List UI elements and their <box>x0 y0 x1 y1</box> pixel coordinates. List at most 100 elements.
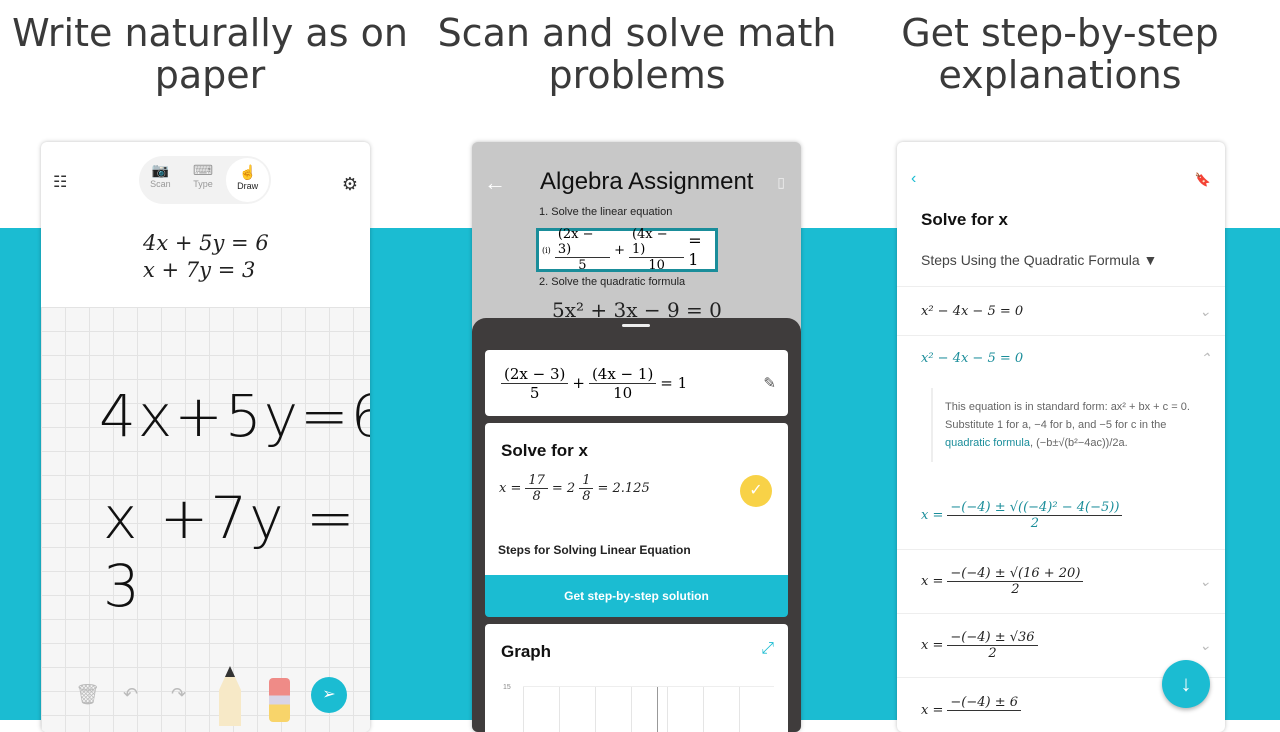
mode-draw[interactable]: ☝ Draw <box>226 158 270 202</box>
caption-scan: Scan and solve math problems <box>437 11 837 97</box>
lhs: x = <box>921 508 944 523</box>
draw-screen: ☷ 📷 Scan ⌨ Type ☝ Draw ⚙ 4x + 5y = 6 x + 7y… <box>41 142 370 732</box>
question-1: 1. Solve the linear equation <box>539 206 673 218</box>
frac-den: 2 <box>1011 582 1020 597</box>
camera-icon: 📷 <box>151 162 170 178</box>
eraser-tool-icon[interactable] <box>269 678 290 722</box>
step-row[interactable]: x = −(−4) ± √((−4)² − 4(−5)) 2 <box>897 482 1225 550</box>
mode-label: Scan <box>150 179 171 189</box>
scan-doc-title: Algebra Assignment <box>540 168 754 195</box>
frac-den: 8 <box>532 489 541 504</box>
history-icon[interactable]: ☷ <box>53 172 67 192</box>
frac-num: −(−4) ± √(16 + 20) <box>947 566 1084 582</box>
chevron-up-icon: ⌃ <box>1199 351 1211 367</box>
scan-selection-box[interactable]: (i) (2x − 3) 5 + (4x − 1) 10 = 1 <box>536 227 718 273</box>
expand-icon[interactable]: ⤢ <box>761 640 774 658</box>
lhs: x = <box>921 702 944 718</box>
step-row[interactable]: x² − 4x − 5 = 0 ⌄ <box>897 286 1225 336</box>
send-button[interactable]: ➢ <box>311 677 347 713</box>
back-chevron-icon[interactable]: ‹ <box>911 170 916 188</box>
frac-num: (2x − 3) <box>501 365 569 384</box>
solve-title: Solve for x <box>501 441 588 460</box>
frac-num: −(−4) ± √((−4)² − 4(−5)) <box>947 500 1123 516</box>
trash-icon[interactable]: 🗑 <box>75 682 100 707</box>
graph-card: Graph ⤢ 15 <box>485 624 788 732</box>
gear-icon[interactable]: ⚙ <box>342 174 358 195</box>
caption-write: Write naturally as on paper <box>12 11 408 97</box>
step-explanation: This equation is in standard form: ax² +… <box>931 388 1205 462</box>
scan-screen: ← Algebra Assignment ▯ 1. Solve the line… <box>472 142 801 732</box>
steps-screen: ‹ 🔖 Solve for x Steps Using the Quadrati… <box>897 142 1225 732</box>
check-icon: ✓ <box>740 475 772 507</box>
frac-num: 17 <box>525 473 548 489</box>
step-row-expanded[interactable]: x² − 4x − 5 = 0 ⌃ <box>897 336 1225 382</box>
lhs: x = <box>921 574 944 589</box>
decimal: = 2.125 <box>597 481 650 496</box>
quadratic-formula-link[interactable]: quadratic formula <box>945 437 1030 449</box>
mode-type[interactable]: ⌨ Type <box>182 156 225 204</box>
frac-den <box>982 711 986 726</box>
mode-label: Type <box>193 179 213 189</box>
arrow-down-icon: ↓ <box>1180 671 1192 696</box>
question-2: 2. Solve the quadratic formula <box>539 276 686 288</box>
bookmark-icon[interactable]: 🔖 <box>1195 172 1211 188</box>
send-icon: ➢ <box>322 686 336 703</box>
frac-num: 1 <box>579 473 594 489</box>
question-number: (i) <box>542 245 551 255</box>
equation-card[interactable]: (2x − 3) 5 + (4x − 1) 10 = 1 ✎ <box>485 350 788 416</box>
redo-icon[interactable]: ↷ <box>171 684 186 705</box>
mode-label: Draw <box>237 181 259 191</box>
step-eq: x² − 4x − 5 = 0 <box>921 304 1024 319</box>
graph-title: Graph <box>501 642 552 661</box>
solve-card: Solve for x x = 17 8 = 2 18 = 2.125 ✓ Ste… <box>485 423 788 575</box>
step-row[interactable]: x = −(−4) ± √(16 + 20) 2 ⌄ <box>897 550 1225 614</box>
chevron-down-icon: ⌄ <box>1199 637 1211 654</box>
explain-text: This equation is in standard form: ax² +… <box>945 401 1190 431</box>
lhs: x = <box>499 481 522 496</box>
method-dropdown[interactable]: Steps Using the Quadratic Formula ▼ <box>921 252 1157 268</box>
explain-text: , (−b±√(b²−4ac))/2a. <box>1030 437 1128 449</box>
frac-den: 2 <box>1030 516 1040 531</box>
mixed-whole: = 2 <box>551 481 576 496</box>
method-label: Steps Using the Quadratic Formula <box>921 252 1140 268</box>
step-by-step-button[interactable]: Get step-by-step solution <box>485 575 788 617</box>
lhs: x = <box>921 638 944 653</box>
frac-num: −(−4) ± 6 <box>947 695 1021 711</box>
drag-handle[interactable] <box>622 324 650 327</box>
graph-plot[interactable] <box>523 686 774 732</box>
frac-den: 5 <box>529 383 540 402</box>
caret-down-icon: ▼ <box>1143 252 1158 268</box>
back-arrow-icon[interactable]: ← <box>484 170 506 196</box>
solution-expression: x = 17 8 = 2 18 = 2.125 <box>499 473 650 504</box>
caption-steps: Get step-by-step explanations <box>901 11 1219 97</box>
y-axis <box>657 687 658 732</box>
bookmark-icon[interactable]: ▯ <box>777 174 785 191</box>
frac-num: −(−4) ± √36 <box>947 630 1038 646</box>
chevron-down-icon: ⌄ <box>1199 573 1211 590</box>
frac-num: (4x − 1) <box>588 365 657 384</box>
result-sheet: (2x − 3) 5 + (4x − 1) 10 = 1 ✎ Solve for x … <box>472 318 801 732</box>
frac-den: 5 <box>578 258 587 273</box>
scroll-down-button[interactable]: ↓ <box>1162 660 1210 708</box>
undo-icon[interactable]: ↶ <box>123 684 138 705</box>
frac-num: (4x − 1) <box>628 227 685 258</box>
frac-den: 8 <box>582 489 591 504</box>
rhs: = 1 <box>660 374 688 392</box>
hand-draw-icon: ☝ <box>238 164 257 180</box>
handwriting-1: 4x+5y=6 <box>99 382 370 450</box>
recognized-eq-1: 4x + 5y = 6 <box>143 231 269 255</box>
step-eq: x² − 4x − 5 = 0 <box>921 351 1024 366</box>
keyboard-icon: ⌨ <box>192 162 214 178</box>
recognized-eq-2: x + 7y = 3 <box>143 258 256 282</box>
edit-pencil-icon[interactable]: ✎ <box>763 374 776 392</box>
mode-switcher: 📷 Scan ⌨ Type ☝ Draw <box>139 156 271 204</box>
frac-den: 10 <box>648 258 665 273</box>
frac-den: 2 <box>988 646 997 661</box>
mode-scan[interactable]: 📷 Scan <box>139 156 182 204</box>
chevron-down-icon: ⌄ <box>1199 304 1211 320</box>
handwriting-2: x +7y = 3 <box>103 484 357 620</box>
steps-label: Steps for Solving Linear Equation <box>498 543 691 557</box>
rhs: = 1 <box>688 231 702 269</box>
steps-title: Solve for x <box>921 210 1008 229</box>
graph-tick: 15 <box>503 684 511 691</box>
